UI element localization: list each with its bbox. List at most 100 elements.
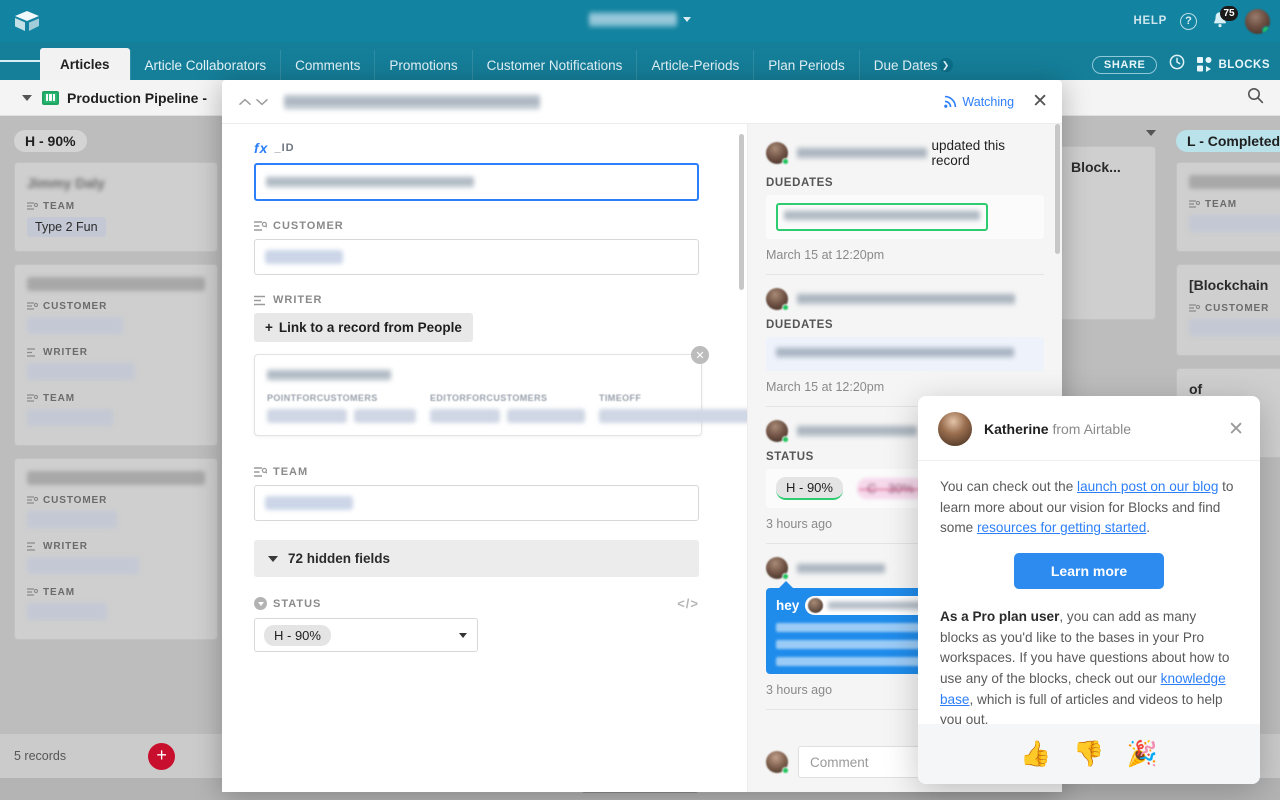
id-input[interactable] [254, 163, 699, 201]
kanban-card[interactable]: CUSTOMER WRITER TEAM [14, 264, 218, 446]
add-record-button[interactable]: + [148, 742, 176, 770]
user-avatar[interactable] [1245, 8, 1270, 34]
id-value [266, 176, 474, 188]
link-record-button[interactable]: + Link to a record from People [254, 313, 473, 342]
caret-down-icon[interactable] [22, 94, 32, 101]
formula-fx-icon: fx [254, 140, 269, 156]
kanban-card-title: of [1189, 381, 1203, 397]
caret-down-icon[interactable] [1146, 130, 1156, 136]
field-writer: WRITER + Link to a record from People ✕ … [254, 294, 747, 436]
status-select[interactable]: H - 90% [254, 618, 478, 652]
record-title[interactable] [284, 93, 540, 110]
activity-item: DUEDATES March 15 at 12:20pm [766, 288, 1044, 407]
thumbs-up-icon[interactable]: 👍 [1020, 740, 1051, 769]
field-label-text: TEAM [43, 393, 75, 404]
app-root: HELP ? 75 Articles Article Collaborators C… [0, 0, 1280, 800]
kanban-card-value [1189, 319, 1280, 336]
base-name-menu[interactable] [589, 12, 691, 27]
form-scrollbar[interactable] [739, 134, 744, 290]
help-label[interactable]: HELP [1134, 15, 1167, 27]
single-select-icon [254, 597, 267, 610]
status-value: H - 90% [264, 624, 331, 646]
tab-plan-periods[interactable]: Plan Periods [753, 50, 859, 80]
activity-actor [797, 293, 1015, 305]
notifications-button[interactable]: 75 [1210, 6, 1238, 33]
airtable-logo-icon[interactable] [0, 10, 54, 32]
avatar [766, 288, 789, 311]
tab-label: Due Dates [873, 57, 938, 73]
kanban-card[interactable]: [Blockchain CUSTOMER [1176, 264, 1280, 356]
field-status: STATUS </> H - 90% [254, 596, 723, 652]
clock-history-icon[interactable] [1169, 54, 1185, 75]
watching-toggle[interactable]: Watching [944, 95, 1014, 109]
field-id: fx _ID [254, 140, 723, 201]
hidden-fields-toggle[interactable]: 72 hidden fields [254, 540, 699, 577]
tab-due-dates[interactable]: Due Dates ❯ [858, 50, 967, 80]
tab-article-collaborators[interactable]: Article Collaborators [129, 50, 281, 80]
chevron-right-icon[interactable]: ❯ [938, 58, 953, 72]
thumbs-down-icon[interactable]: 👎 [1073, 740, 1104, 769]
question-circle-icon[interactable]: ? [1180, 12, 1197, 30]
kanban-card-field-label: CUSTOMER [27, 495, 205, 506]
activity-action: updated this record [931, 138, 1006, 168]
tab-label: Plan Periods [768, 57, 845, 73]
record-fields-pane: fx _ID CUSTOMER WRITER + Link to a recor… [222, 124, 748, 792]
tab-promotions[interactable]: Promotions [374, 50, 471, 80]
field-label-customer: CUSTOMER [254, 220, 723, 232]
share-button[interactable]: SHARE [1091, 55, 1158, 74]
value-text [776, 347, 1014, 358]
online-status-dot [1262, 25, 1270, 34]
code-icon[interactable]: </> [677, 596, 699, 611]
activity-actor [797, 562, 885, 574]
blocks-button[interactable]: BLOCKS [1197, 57, 1270, 72]
menu-icon[interactable] [0, 42, 40, 80]
status-new-value: H - 90% [776, 477, 843, 500]
close-icon[interactable]: ✕ [1228, 420, 1244, 439]
kanban-card[interactable]: Jimmy Daly TEAM Type 2 Fun [14, 162, 218, 252]
search-icon[interactable] [1247, 87, 1264, 109]
rss-icon [944, 95, 957, 108]
tab-customer-notifications[interactable]: Customer Notifications [471, 50, 637, 80]
party-popper-icon[interactable]: 🎉 [1127, 740, 1158, 769]
comment-prefix: hey [776, 598, 800, 613]
lookup-icon [27, 201, 38, 210]
tab-comments[interactable]: Comments [280, 50, 374, 80]
tab-article-periods[interactable]: Article-Periods [636, 50, 753, 80]
field-label-text: WRITER [43, 541, 88, 552]
popup-paragraph-2: As a Pro plan user, you can add as many … [940, 607, 1238, 731]
chevron-down-icon[interactable] [253, 91, 270, 113]
linked-record-card[interactable]: ✕ POINTFORCUSTOMERS EDITORFORCUSTOMERS T… [254, 346, 747, 436]
close-icon[interactable]: ✕ [1032, 92, 1048, 111]
field-label-text: STATUS [273, 597, 322, 610]
field-label-text: TEAM [43, 587, 75, 598]
field-team: TEAM [254, 466, 723, 521]
team-input[interactable] [254, 485, 699, 521]
linked-record-title [267, 369, 391, 381]
value-text [784, 210, 980, 221]
kanban-card-value [1189, 215, 1280, 232]
learn-more-button[interactable]: Learn more [1014, 552, 1164, 589]
field-label-text: CUSTOMER [43, 495, 108, 506]
blocks-label: BLOCKS [1218, 58, 1270, 71]
paragraph1-post: . [1146, 520, 1151, 536]
field-label-text: CUSTOMER [43, 301, 108, 312]
watching-label: Watching [962, 94, 1015, 109]
view-title[interactable]: Production Pipeline - [67, 90, 207, 106]
launch-post-link[interactable]: launch post on our blog [1077, 479, 1218, 494]
field-label-text: TEAM [273, 466, 309, 478]
hidden-fields-row[interactable]: 72 hidden fields [254, 540, 723, 577]
mention-name [828, 601, 929, 610]
paragraph1-pre: You can check out the [940, 479, 1078, 494]
kanban-card-value: Type 2 Fun [27, 217, 106, 237]
kanban-card[interactable]: TEAM [1176, 162, 1280, 252]
kanban-card[interactable]: Block... [1058, 146, 1156, 320]
kanban-card[interactable]: CUSTOMER WRITER TEAM [14, 458, 218, 640]
chevron-up-icon[interactable] [236, 91, 253, 113]
resources-link[interactable]: resources for getting started [977, 520, 1146, 535]
customer-input[interactable] [254, 239, 699, 275]
tab-articles[interactable]: Articles [40, 48, 130, 80]
linked-chip [354, 409, 416, 423]
close-icon[interactable]: ✕ [691, 346, 709, 364]
activity-scrollbar[interactable] [1055, 124, 1060, 254]
linked-chip [267, 409, 347, 423]
